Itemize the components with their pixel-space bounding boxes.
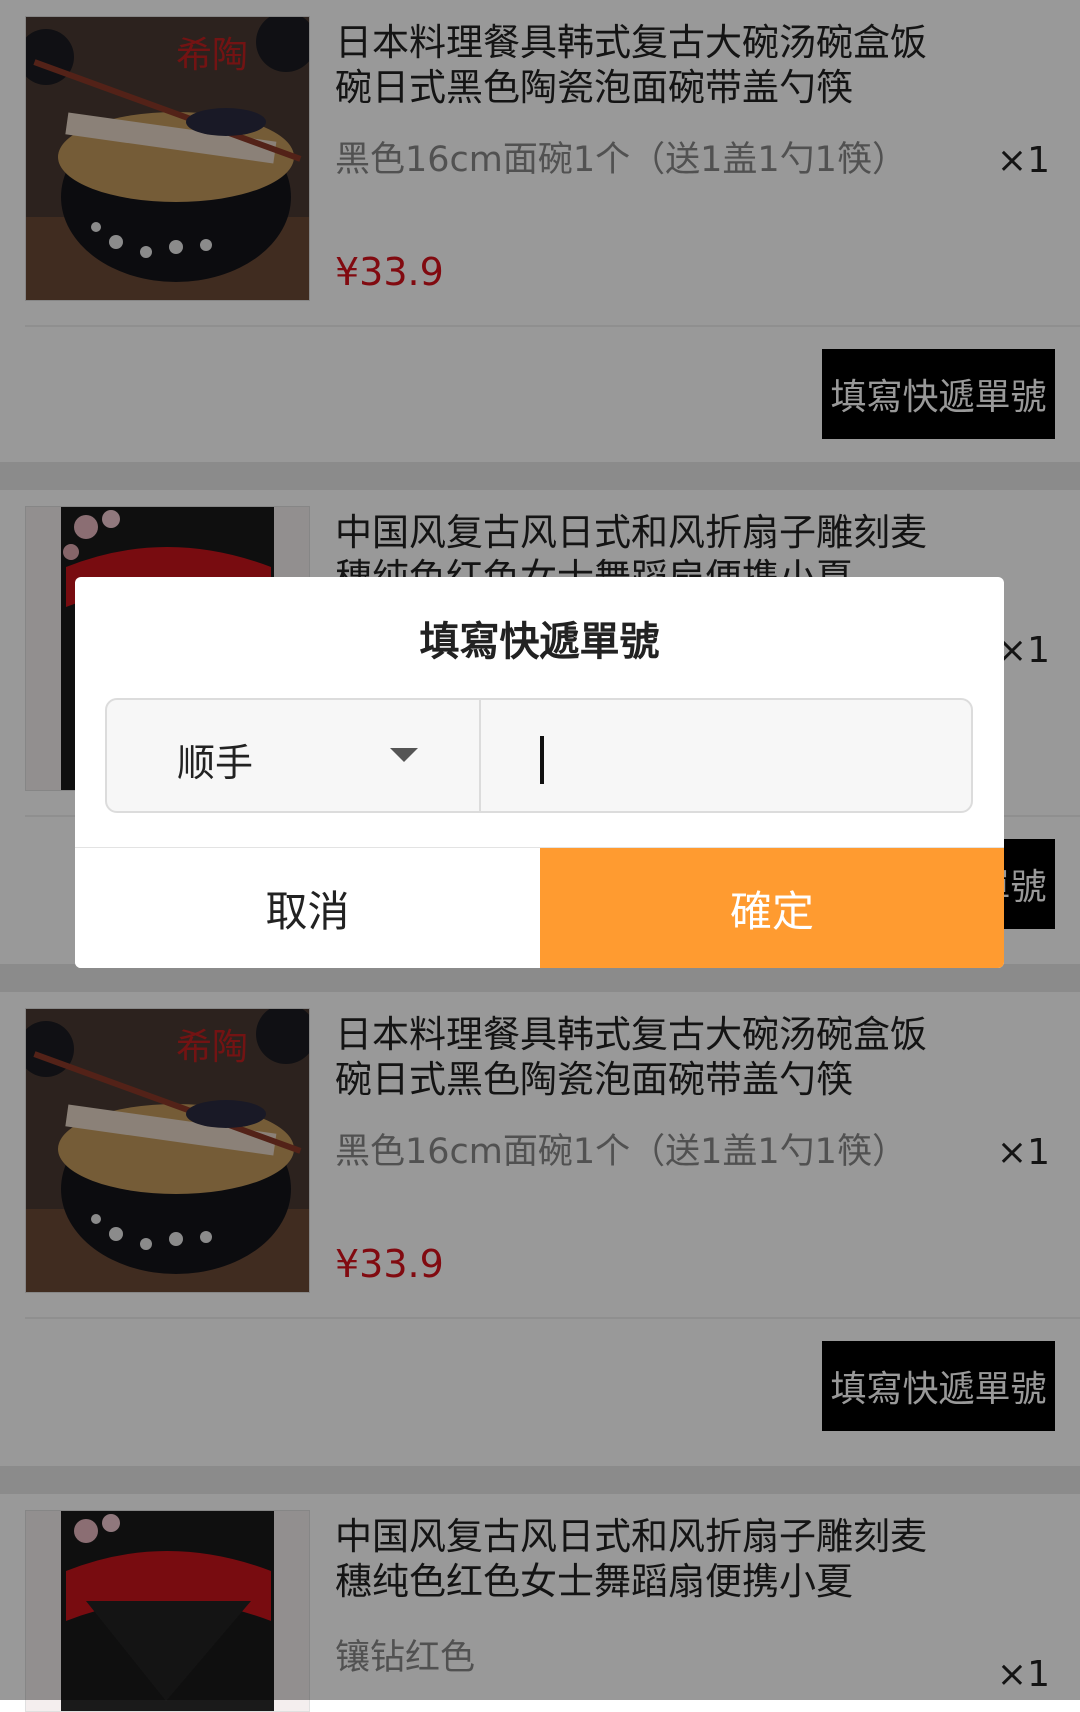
cancel-button[interactable]: 取消 — [75, 848, 540, 968]
chevron-down-icon — [390, 748, 418, 762]
confirm-button[interactable]: 確定 — [540, 848, 1004, 968]
tracking-dialog: 填寫快遞單號 顺手 取消 確定 — [75, 577, 1004, 968]
dialog-actions: 取消 確定 — [75, 847, 1004, 968]
carrier-selected-label: 顺手 — [177, 741, 254, 785]
tracking-form: 顺手 — [105, 698, 973, 813]
carrier-select[interactable]: 顺手 — [107, 700, 481, 811]
tracking-number-input[interactable] — [481, 700, 971, 811]
dialog-title: 填寫快遞單號 — [419, 619, 660, 665]
text-cursor — [540, 736, 544, 784]
